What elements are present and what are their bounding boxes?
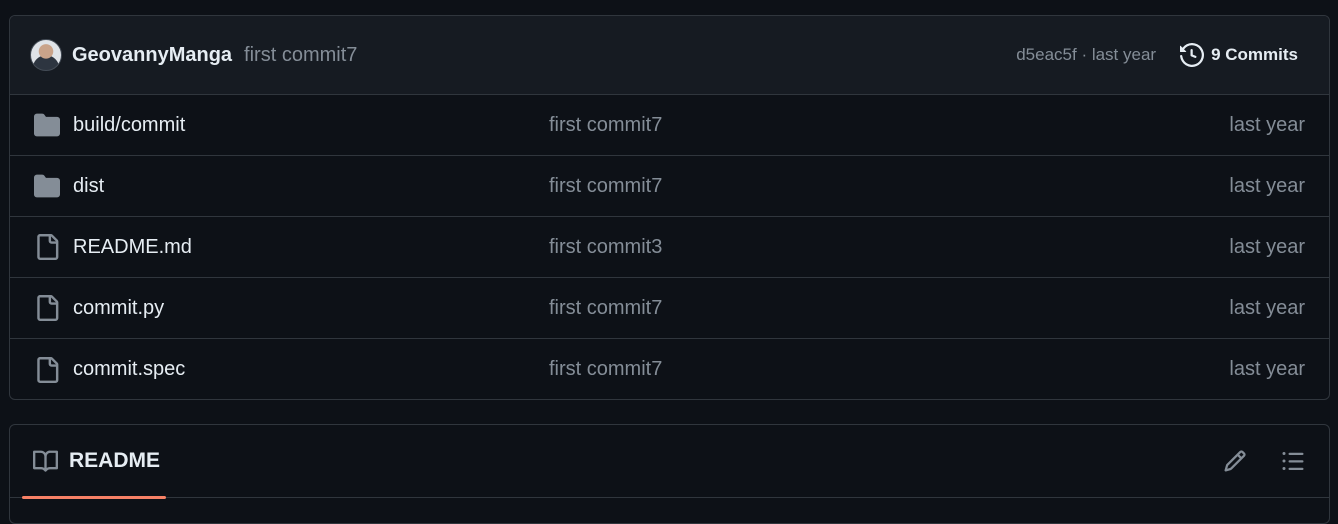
file-commit-time: last year bbox=[1229, 174, 1305, 197]
commits-history-link[interactable]: 9 Commits bbox=[1180, 43, 1298, 67]
commit-author[interactable]: GeovannyManga bbox=[72, 44, 232, 67]
file-name-link[interactable]: dist bbox=[73, 175, 549, 198]
file-commit-message[interactable]: first commit3 bbox=[549, 236, 662, 259]
edit-readme-button[interactable] bbox=[1223, 449, 1247, 473]
commit-message[interactable]: first commit7 bbox=[244, 44, 357, 67]
file-name-link[interactable]: build/commit bbox=[73, 114, 549, 137]
file-commit-message[interactable]: first commit7 bbox=[549, 175, 662, 198]
file-row[interactable]: README.md first commit3 last year bbox=[10, 217, 1329, 278]
latest-commit-bar: GeovannyManga first commit7 d5eac5f · la… bbox=[10, 16, 1329, 95]
file-browser: GeovannyManga first commit7 d5eac5f · la… bbox=[9, 15, 1330, 400]
file-row[interactable]: build/commit first commit7 last year bbox=[10, 95, 1329, 156]
readme-tabbar: README bbox=[10, 425, 1329, 499]
book-icon bbox=[33, 450, 58, 472]
folder-icon bbox=[34, 112, 60, 138]
file-icon bbox=[34, 356, 60, 383]
author-avatar[interactable] bbox=[30, 39, 62, 71]
file-list: build/commit first commit7 last year dist fi… bbox=[10, 95, 1329, 399]
history-icon bbox=[1180, 43, 1205, 67]
readme-tab-label: README bbox=[69, 449, 161, 472]
list-unordered-icon bbox=[1282, 452, 1304, 470]
file-commit-message[interactable]: first commit7 bbox=[549, 114, 662, 137]
file-row[interactable]: dist first commit7 last year bbox=[10, 156, 1329, 217]
file-name-link[interactable]: commit.spec bbox=[73, 358, 549, 381]
file-icon bbox=[34, 234, 60, 260]
commit-time: last year bbox=[1091, 45, 1157, 64]
pencil-icon bbox=[1224, 450, 1246, 472]
folder-icon bbox=[34, 173, 60, 199]
commits-count: 9 Commits bbox=[1211, 45, 1298, 64]
file-name-link[interactable]: commit.py bbox=[73, 297, 549, 320]
file-commit-time: last year bbox=[1229, 235, 1305, 258]
file-commit-time: last year bbox=[1229, 296, 1305, 319]
file-commit-time: last year bbox=[1229, 113, 1305, 136]
active-tab-underline bbox=[22, 496, 166, 499]
file-row[interactable]: commit.spec first commit7 last year bbox=[10, 339, 1329, 399]
sha-separator: · bbox=[1076, 45, 1092, 64]
commit-sha[interactable]: d5eac5f bbox=[1016, 45, 1077, 64]
outline-button[interactable] bbox=[1281, 449, 1305, 473]
file-commit-message[interactable]: first commit7 bbox=[549, 297, 662, 320]
file-icon bbox=[34, 295, 60, 321]
file-row[interactable]: commit.py first commit7 last year bbox=[10, 278, 1329, 339]
readme-actions bbox=[1223, 449, 1305, 473]
file-commit-message[interactable]: first commit7 bbox=[549, 358, 662, 381]
file-name-link[interactable]: README.md bbox=[73, 236, 549, 259]
commit-sha-time: d5eac5f · last year bbox=[1016, 45, 1156, 65]
readme-panel: README bbox=[9, 424, 1330, 524]
readme-tab[interactable]: README bbox=[33, 425, 171, 497]
file-commit-time: last year bbox=[1229, 358, 1305, 380]
